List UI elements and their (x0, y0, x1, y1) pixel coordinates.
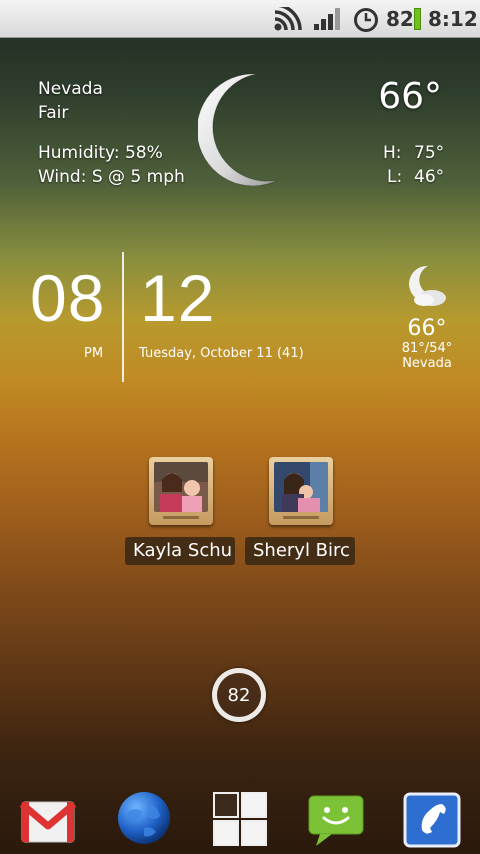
contact-frame-line (163, 516, 199, 519)
clock-minute: 12 (140, 261, 216, 335)
contact-frame-line (283, 516, 319, 519)
weather-temperature: 66° (378, 76, 442, 117)
clock-hour: 08 (30, 261, 106, 335)
mini-weather-range: 81°/54° (401, 341, 453, 356)
contact-photo (154, 462, 208, 512)
contact-photo-frame (149, 457, 213, 525)
wifi-icon (274, 7, 302, 31)
moon-cloud-icon (409, 265, 446, 306)
weather-location: Nevada (38, 79, 103, 99)
dock (0, 784, 480, 854)
weather-widget[interactable]: Nevada Fair Humidity: 58% Wind: S @ 5 mp… (0, 70, 480, 200)
weather-high-label: H: (383, 143, 402, 163)
moon-icon (198, 73, 279, 186)
battery-icon (414, 8, 421, 30)
status-clock: 8:12 (428, 7, 478, 31)
contact-name: Sheryl Birc (245, 537, 355, 565)
mini-weather-location: Nevada (402, 356, 452, 371)
gmail-icon[interactable] (18, 788, 78, 848)
contact-photo-frame (269, 457, 333, 525)
alarm-icon (354, 8, 378, 32)
battery-widget[interactable]: 82 (212, 668, 266, 722)
mini-weather-widget[interactable]: 66° 81°/54° Nevada (392, 262, 462, 371)
contact-photo (274, 462, 328, 512)
clock-divider (122, 252, 124, 382)
weather-low-value: 46° (414, 167, 445, 187)
battery-widget-value: 82 (227, 684, 251, 706)
battery-percent-text: 82 (386, 7, 414, 31)
weather-low-label: L: (387, 167, 403, 187)
signal-icon (314, 8, 340, 30)
clock-date: Tuesday, October 11 (41) (139, 346, 304, 361)
weather-humidity: Humidity: 58% (38, 143, 163, 163)
clock-ampm: PM (84, 346, 104, 361)
mini-weather-temperature: 66° (407, 316, 447, 341)
contact-name: Kayla Schu (125, 537, 235, 565)
browser-globe-icon[interactable] (114, 788, 174, 848)
app-drawer-icon[interactable] (211, 788, 271, 848)
weather-high-value: 75° (414, 143, 445, 163)
weather-condition: Fair (38, 103, 69, 123)
weather-wind: Wind: S @ 5 mph (38, 167, 185, 187)
phone-icon[interactable] (402, 788, 462, 848)
status-bar[interactable]: 82 8:12 (0, 0, 480, 38)
messaging-icon[interactable] (306, 788, 366, 848)
